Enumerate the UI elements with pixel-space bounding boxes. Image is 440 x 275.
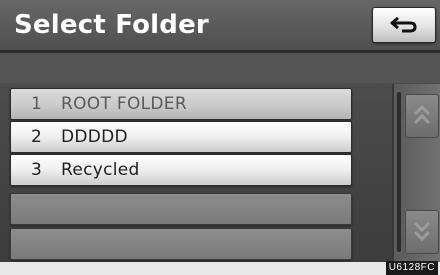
back-button[interactable] [372, 7, 436, 43]
return-arrow-icon [390, 16, 417, 33]
title-bar: Select Folder [0, 0, 440, 53]
folder-name: Recycled [61, 160, 140, 180]
folder-name: DDDDD [61, 127, 128, 147]
navigation-screen: Select Folder 1 ROOT FOLDER 2 DDDDD 3 Re… [0, 0, 440, 262]
page-up-button[interactable] [405, 94, 439, 138]
folder-number: 3 [31, 160, 42, 180]
list-header-band [0, 53, 440, 83]
folder-item-empty [10, 193, 352, 225]
folder-item-recycled[interactable]: 3 Recycled [10, 154, 352, 186]
scroll-panel [392, 84, 440, 262]
folder-number: 2 [31, 127, 42, 147]
folder-number: 1 [31, 94, 42, 114]
figure-code: U6128FC [385, 261, 438, 275]
folder-name: ROOT FOLDER [61, 94, 187, 114]
folder-item-ddddd[interactable]: 2 DDDDD [10, 121, 352, 153]
double-up-arrow-icon [413, 104, 431, 125]
double-down-arrow-icon [413, 221, 431, 242]
page-down-button[interactable] [405, 210, 439, 254]
page-title: Select Folder [14, 10, 209, 40]
scroll-track[interactable] [397, 92, 401, 252]
folder-item-empty [10, 228, 352, 260]
folder-item-root[interactable]: 1 ROOT FOLDER [10, 88, 352, 120]
